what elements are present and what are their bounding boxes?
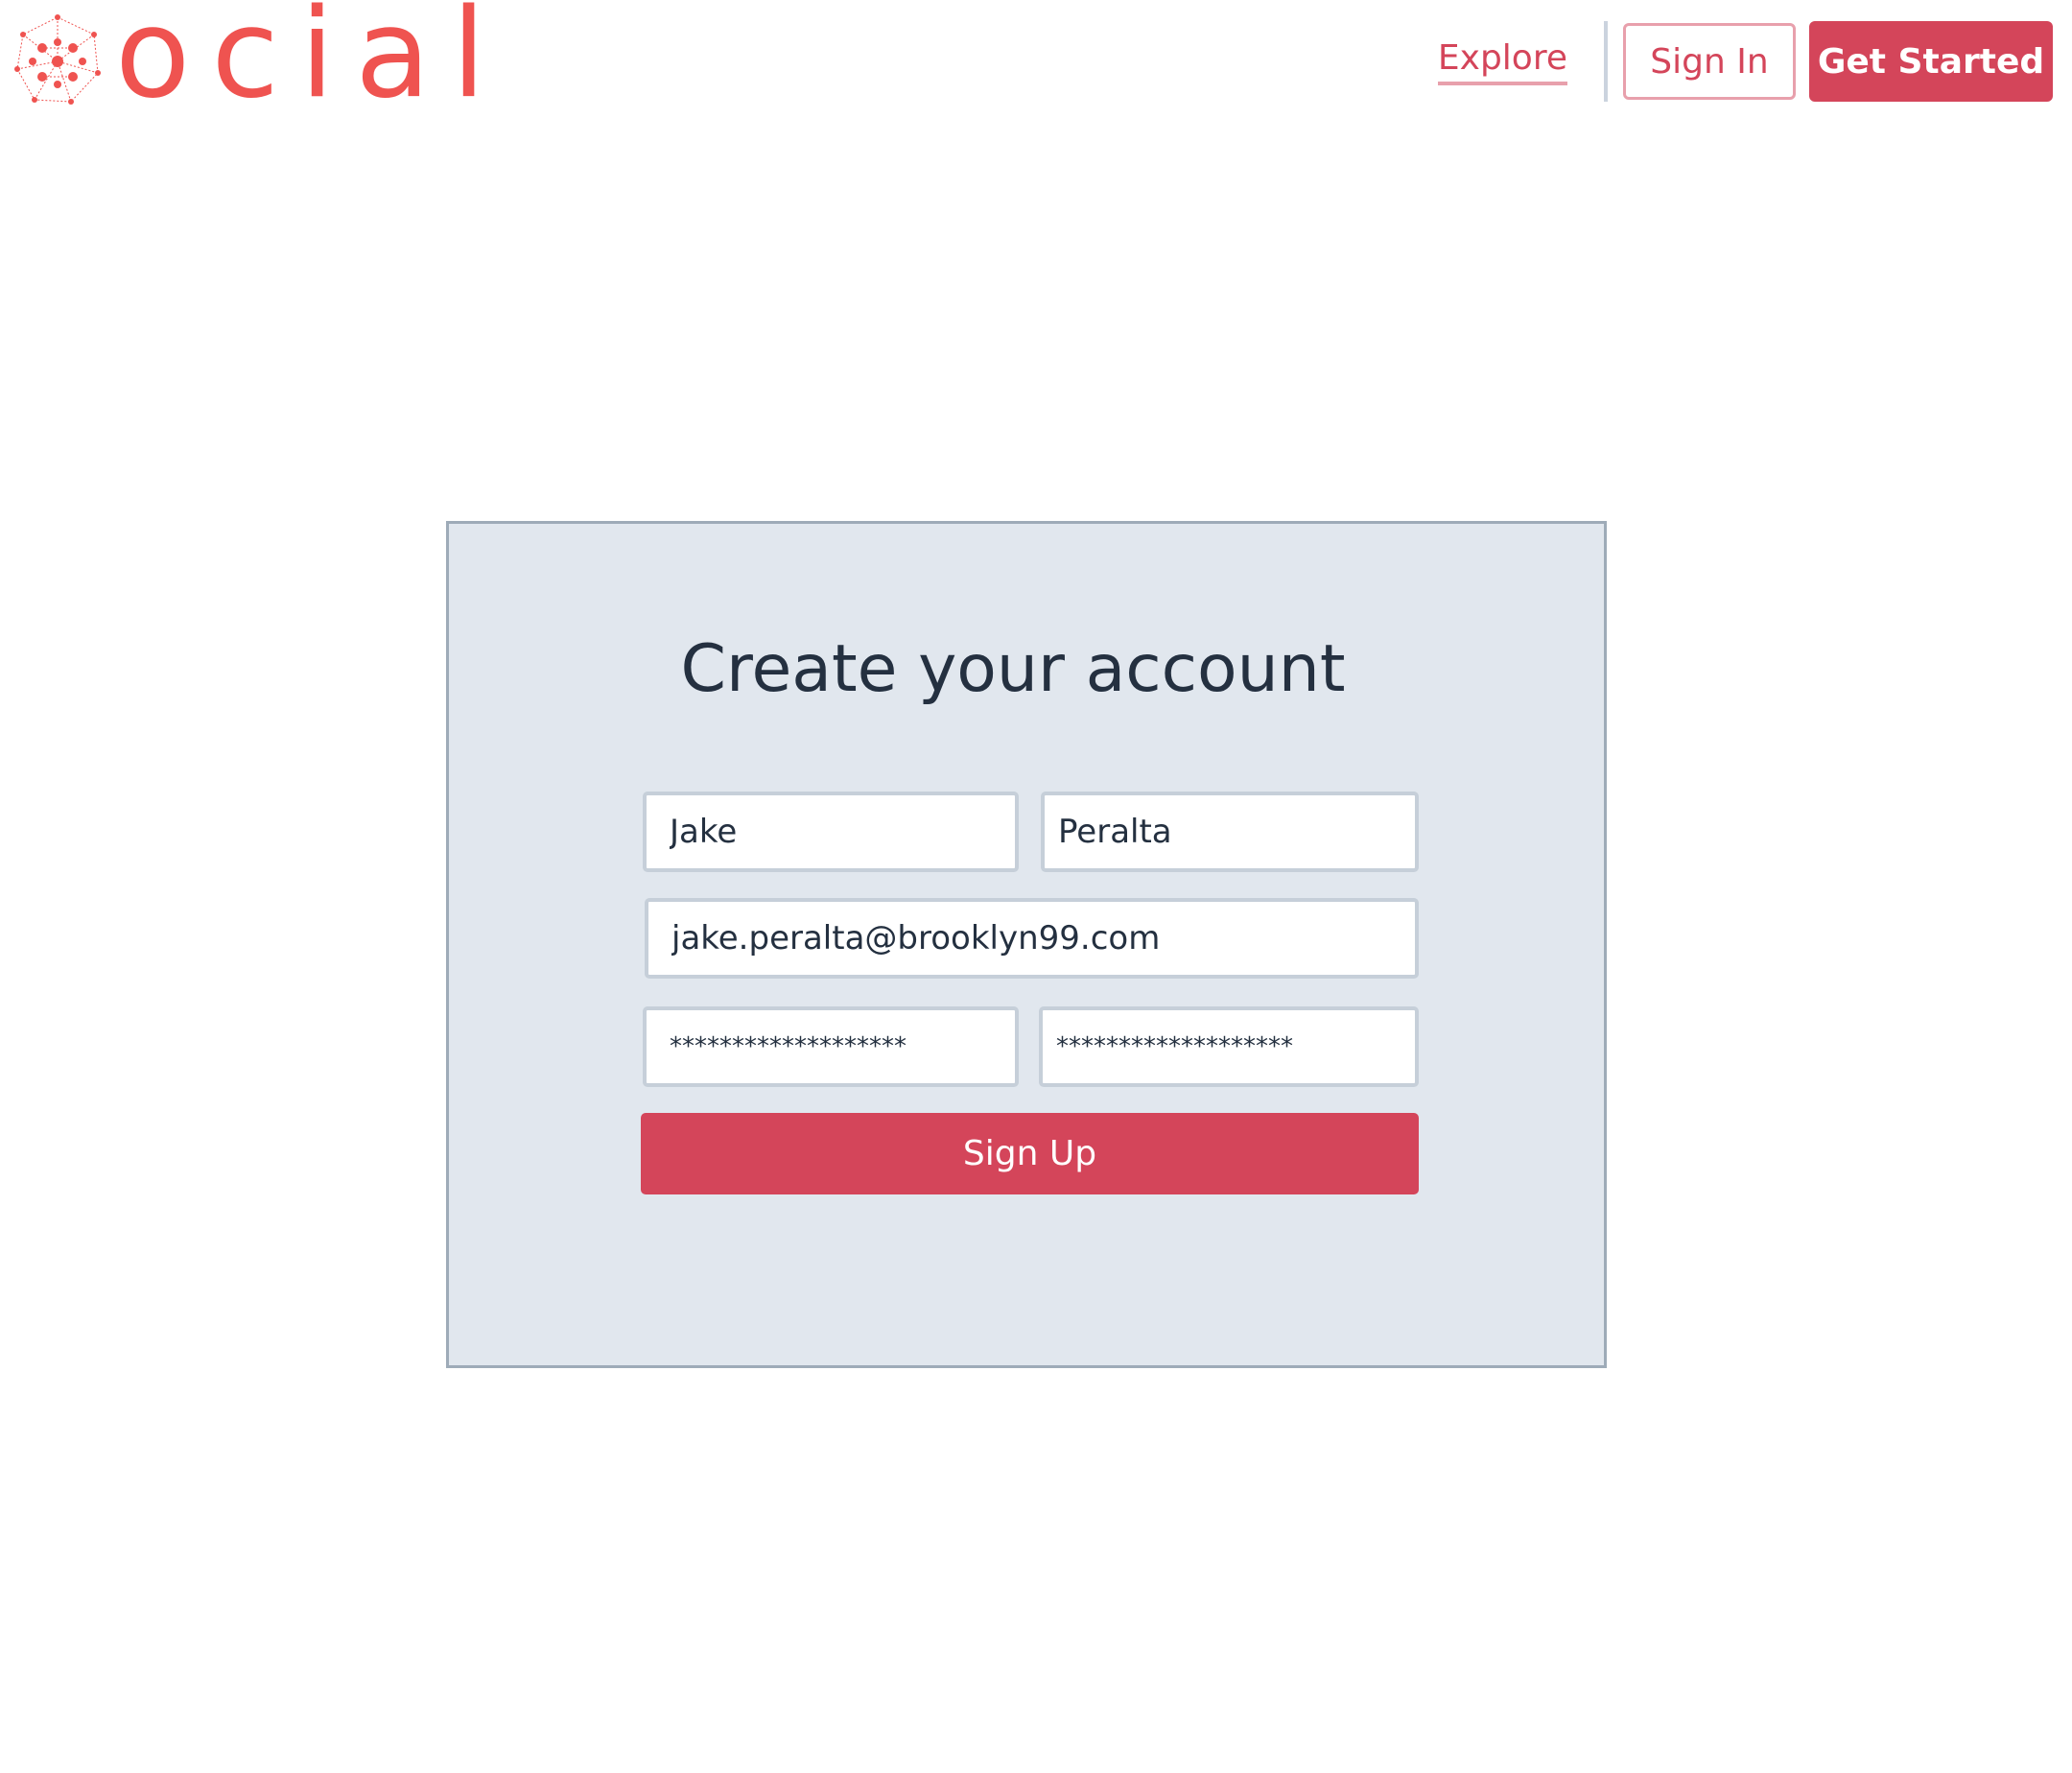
page-title: Create your account <box>680 631 1346 707</box>
nav-divider <box>1604 21 1608 102</box>
email-field[interactable] <box>645 898 1419 979</box>
top-nav: Explore Sign In Get Started <box>1437 21 2053 102</box>
sign-in-button[interactable]: Sign In <box>1623 23 1796 100</box>
get-started-label: Get Started <box>1817 41 2045 82</box>
logo[interactable]: ocial <box>13 0 506 116</box>
sign-in-label: Sign In <box>1650 41 1769 82</box>
network-logo-icon <box>14 14 101 105</box>
sign-up-label: Sign Up <box>962 1134 1097 1173</box>
signup-card: Create your account Sign Up <box>446 521 1607 1368</box>
get-started-button[interactable]: Get Started <box>1809 21 2053 102</box>
first-name-field[interactable] <box>643 792 1019 872</box>
brand-wordmark: ocial <box>115 0 507 126</box>
last-name-field[interactable] <box>1041 792 1419 872</box>
explore-link[interactable]: Explore <box>1437 38 1567 85</box>
sign-up-button[interactable]: Sign Up <box>641 1113 1419 1194</box>
password-field[interactable] <box>643 1006 1019 1087</box>
confirm-password-field[interactable] <box>1039 1006 1419 1087</box>
header: ocial Explore Sign In Get Started <box>0 0 2072 125</box>
